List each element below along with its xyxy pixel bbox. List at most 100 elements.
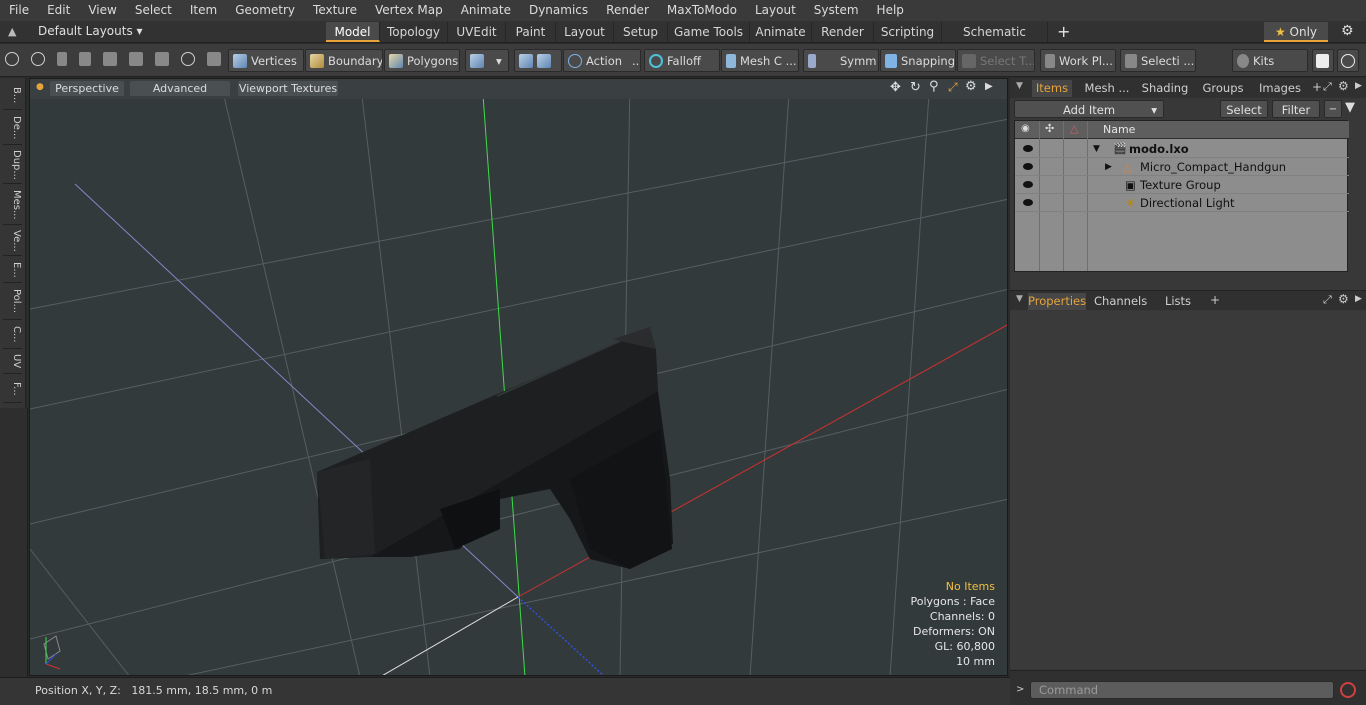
tab-setup[interactable]: Setup bbox=[614, 22, 668, 42]
add-item-button[interactable]: Add Item ▾ bbox=[1014, 100, 1164, 118]
tab-shading[interactable]: Shading bbox=[1140, 80, 1190, 97]
layout-up-icon[interactable]: ▲ bbox=[8, 25, 16, 38]
collapse-icon[interactable]: − bbox=[1324, 100, 1342, 118]
tab-mesh[interactable]: Mesh ... bbox=[1082, 80, 1132, 97]
tab-images[interactable]: Images bbox=[1254, 80, 1306, 97]
handgun-model[interactable] bbox=[317, 327, 673, 569]
item-row-light[interactable]: ☀ Directional Light bbox=[1015, 194, 1349, 212]
pen-icon[interactable] bbox=[57, 52, 67, 66]
falloff-button[interactable]: Falloff bbox=[644, 49, 720, 72]
menu-animate[interactable]: Animate bbox=[452, 0, 520, 21]
viewport-menu-dot-icon[interactable]: ● bbox=[36, 82, 44, 92]
item-row-mesh[interactable]: ▶ △ Micro_Compact_Handgun bbox=[1015, 158, 1349, 176]
viewport-expand-icon[interactable]: ▶ bbox=[985, 81, 993, 92]
tab-properties[interactable]: Properties bbox=[1028, 293, 1086, 310]
menu-texture[interactable]: Texture bbox=[304, 0, 366, 21]
snap-toggles[interactable] bbox=[514, 49, 562, 72]
left-tab-mesh-edit[interactable]: Mes... bbox=[3, 185, 22, 225]
only-toggle[interactable]: ★ Only bbox=[1264, 22, 1328, 42]
settings-gear-icon[interactable]: ⚙ bbox=[1341, 23, 1354, 39]
panel-menu-icon[interactable]: ▼ bbox=[1016, 294, 1023, 304]
align-icon[interactable] bbox=[103, 52, 117, 66]
add-panel-tab-icon[interactable]: + bbox=[1210, 293, 1220, 307]
transform-icon[interactable] bbox=[129, 52, 143, 66]
eye-icon[interactable] bbox=[1023, 145, 1033, 152]
item-row-scene[interactable]: ▼ 🎬 modo.lxo bbox=[1015, 140, 1349, 158]
expand-arrow-icon[interactable]: ▼ bbox=[1093, 140, 1100, 158]
menu-geometry[interactable]: Geometry bbox=[226, 0, 304, 21]
menu-file[interactable]: File bbox=[0, 0, 38, 21]
menu-render[interactable]: Render bbox=[597, 0, 658, 21]
maximize-icon[interactable]: ⤢ bbox=[948, 80, 958, 95]
polygons-button[interactable]: Polygons bbox=[384, 49, 460, 72]
menu-system[interactable]: System bbox=[805, 0, 868, 21]
symmetry-button[interactable]: Symm ... bbox=[803, 49, 879, 72]
item-mode-dropdown[interactable]: ▾ bbox=[465, 49, 509, 72]
boundary-button[interactable]: Boundary bbox=[305, 49, 383, 72]
tab-schematic-fusion[interactable]: Schematic Fusion bbox=[942, 22, 1048, 59]
left-tab-polygon[interactable]: Pol... bbox=[3, 284, 22, 320]
record-icon[interactable] bbox=[1340, 682, 1356, 698]
circle-select-icon[interactable] bbox=[5, 52, 19, 66]
tab-scripting[interactable]: Scripting bbox=[874, 22, 942, 42]
tab-items[interactable]: Items bbox=[1032, 80, 1072, 97]
panel-expand-icon[interactable]: ⤢ bbox=[1323, 293, 1332, 307]
vertices-button[interactable]: Vertices bbox=[228, 49, 304, 72]
unreal-button[interactable] bbox=[1337, 49, 1359, 72]
menu-dynamics[interactable]: Dynamics bbox=[520, 0, 597, 21]
menu-select[interactable]: Select bbox=[126, 0, 181, 21]
select-through-button[interactable]: Select T... bbox=[957, 49, 1035, 72]
advanced-shading-button[interactable]: Advanced bbox=[130, 81, 230, 96]
menu-vertex-map[interactable]: Vertex Map bbox=[366, 0, 452, 21]
left-tab-edge[interactable]: E... bbox=[3, 257, 22, 283]
name-column-header[interactable]: Name bbox=[1103, 123, 1135, 136]
left-tab-deform[interactable]: De... bbox=[3, 111, 22, 145]
snapping-button[interactable]: Snapping bbox=[880, 49, 956, 72]
tab-animate[interactable]: Animate bbox=[750, 22, 812, 42]
add-tab-icon[interactable]: + bbox=[1057, 22, 1070, 41]
menu-maxtomodo[interactable]: MaxToModo bbox=[658, 0, 746, 21]
expand-arrow-icon[interactable]: ▶ bbox=[1105, 158, 1112, 176]
zoom-icon[interactable]: ⚲ bbox=[929, 79, 939, 94]
tab-lists[interactable]: Lists bbox=[1154, 293, 1202, 310]
panel-settings-icon[interactable]: ⚙ bbox=[1338, 292, 1349, 306]
kits-button[interactable]: Kits bbox=[1232, 49, 1308, 72]
work-plane-button[interactable]: Work Pl... bbox=[1040, 49, 1116, 72]
locator-header-icon[interactable]: △ bbox=[1070, 122, 1078, 135]
selection-sets-button[interactable]: Selecti ... bbox=[1120, 49, 1196, 72]
unity-button[interactable] bbox=[1312, 49, 1334, 72]
lock-header-icon[interactable]: ✣ bbox=[1045, 122, 1054, 135]
menu-item[interactable]: Item bbox=[181, 0, 226, 21]
left-tab-duplicate[interactable]: Dup... bbox=[3, 146, 22, 184]
panel-arrow-icon[interactable]: ▶ bbox=[1355, 294, 1362, 304]
3d-viewport[interactable]: ● Perspective Advanced Viewport Textures… bbox=[29, 78, 1008, 676]
select-button[interactable]: Select bbox=[1220, 100, 1268, 118]
left-tab-uv[interactable]: UV bbox=[3, 350, 22, 374]
panel-arrow-icon[interactable]: ▶ bbox=[1355, 81, 1362, 91]
eye-icon[interactable] bbox=[1023, 163, 1033, 170]
tab-layout[interactable]: Layout bbox=[556, 22, 614, 42]
rotate-icon[interactable]: ↻ bbox=[910, 80, 921, 95]
left-tab-basic[interactable]: B... bbox=[3, 82, 22, 110]
viewport-textures-button[interactable]: Viewport Textures bbox=[238, 81, 338, 96]
command-input[interactable]: Command bbox=[1030, 681, 1334, 699]
menu-layout[interactable]: Layout bbox=[746, 0, 805, 21]
panel-settings-icon[interactable]: ⚙ bbox=[1338, 79, 1349, 93]
tab-game-tools[interactable]: Game Tools bbox=[668, 22, 750, 42]
eye-icon[interactable] bbox=[1023, 181, 1033, 188]
left-tab-curve[interactable]: C... bbox=[3, 321, 22, 349]
tab-groups[interactable]: Groups bbox=[1198, 80, 1248, 97]
shield-icon[interactable] bbox=[207, 52, 221, 66]
tab-channels[interactable]: Channels bbox=[1094, 293, 1147, 310]
funnel-filter-icon[interactable]: ▼ bbox=[1345, 100, 1355, 115]
filter-button[interactable]: Filter bbox=[1272, 100, 1320, 118]
panel-menu-icon[interactable]: ▼ bbox=[1016, 81, 1023, 91]
brush-icon[interactable] bbox=[79, 52, 91, 66]
add-panel-tab-icon[interactable]: + bbox=[1312, 80, 1322, 94]
perspective-view-button[interactable]: Perspective bbox=[50, 81, 124, 96]
mesh-constraint-button[interactable]: Mesh C ... bbox=[721, 49, 799, 72]
action-center-button[interactable]: Action... bbox=[563, 49, 641, 72]
layout-selector[interactable]: Default Layouts ▾ bbox=[38, 24, 143, 38]
pan-icon[interactable]: ✥ bbox=[890, 80, 901, 95]
tab-uvedit[interactable]: UVEdit bbox=[448, 22, 506, 42]
